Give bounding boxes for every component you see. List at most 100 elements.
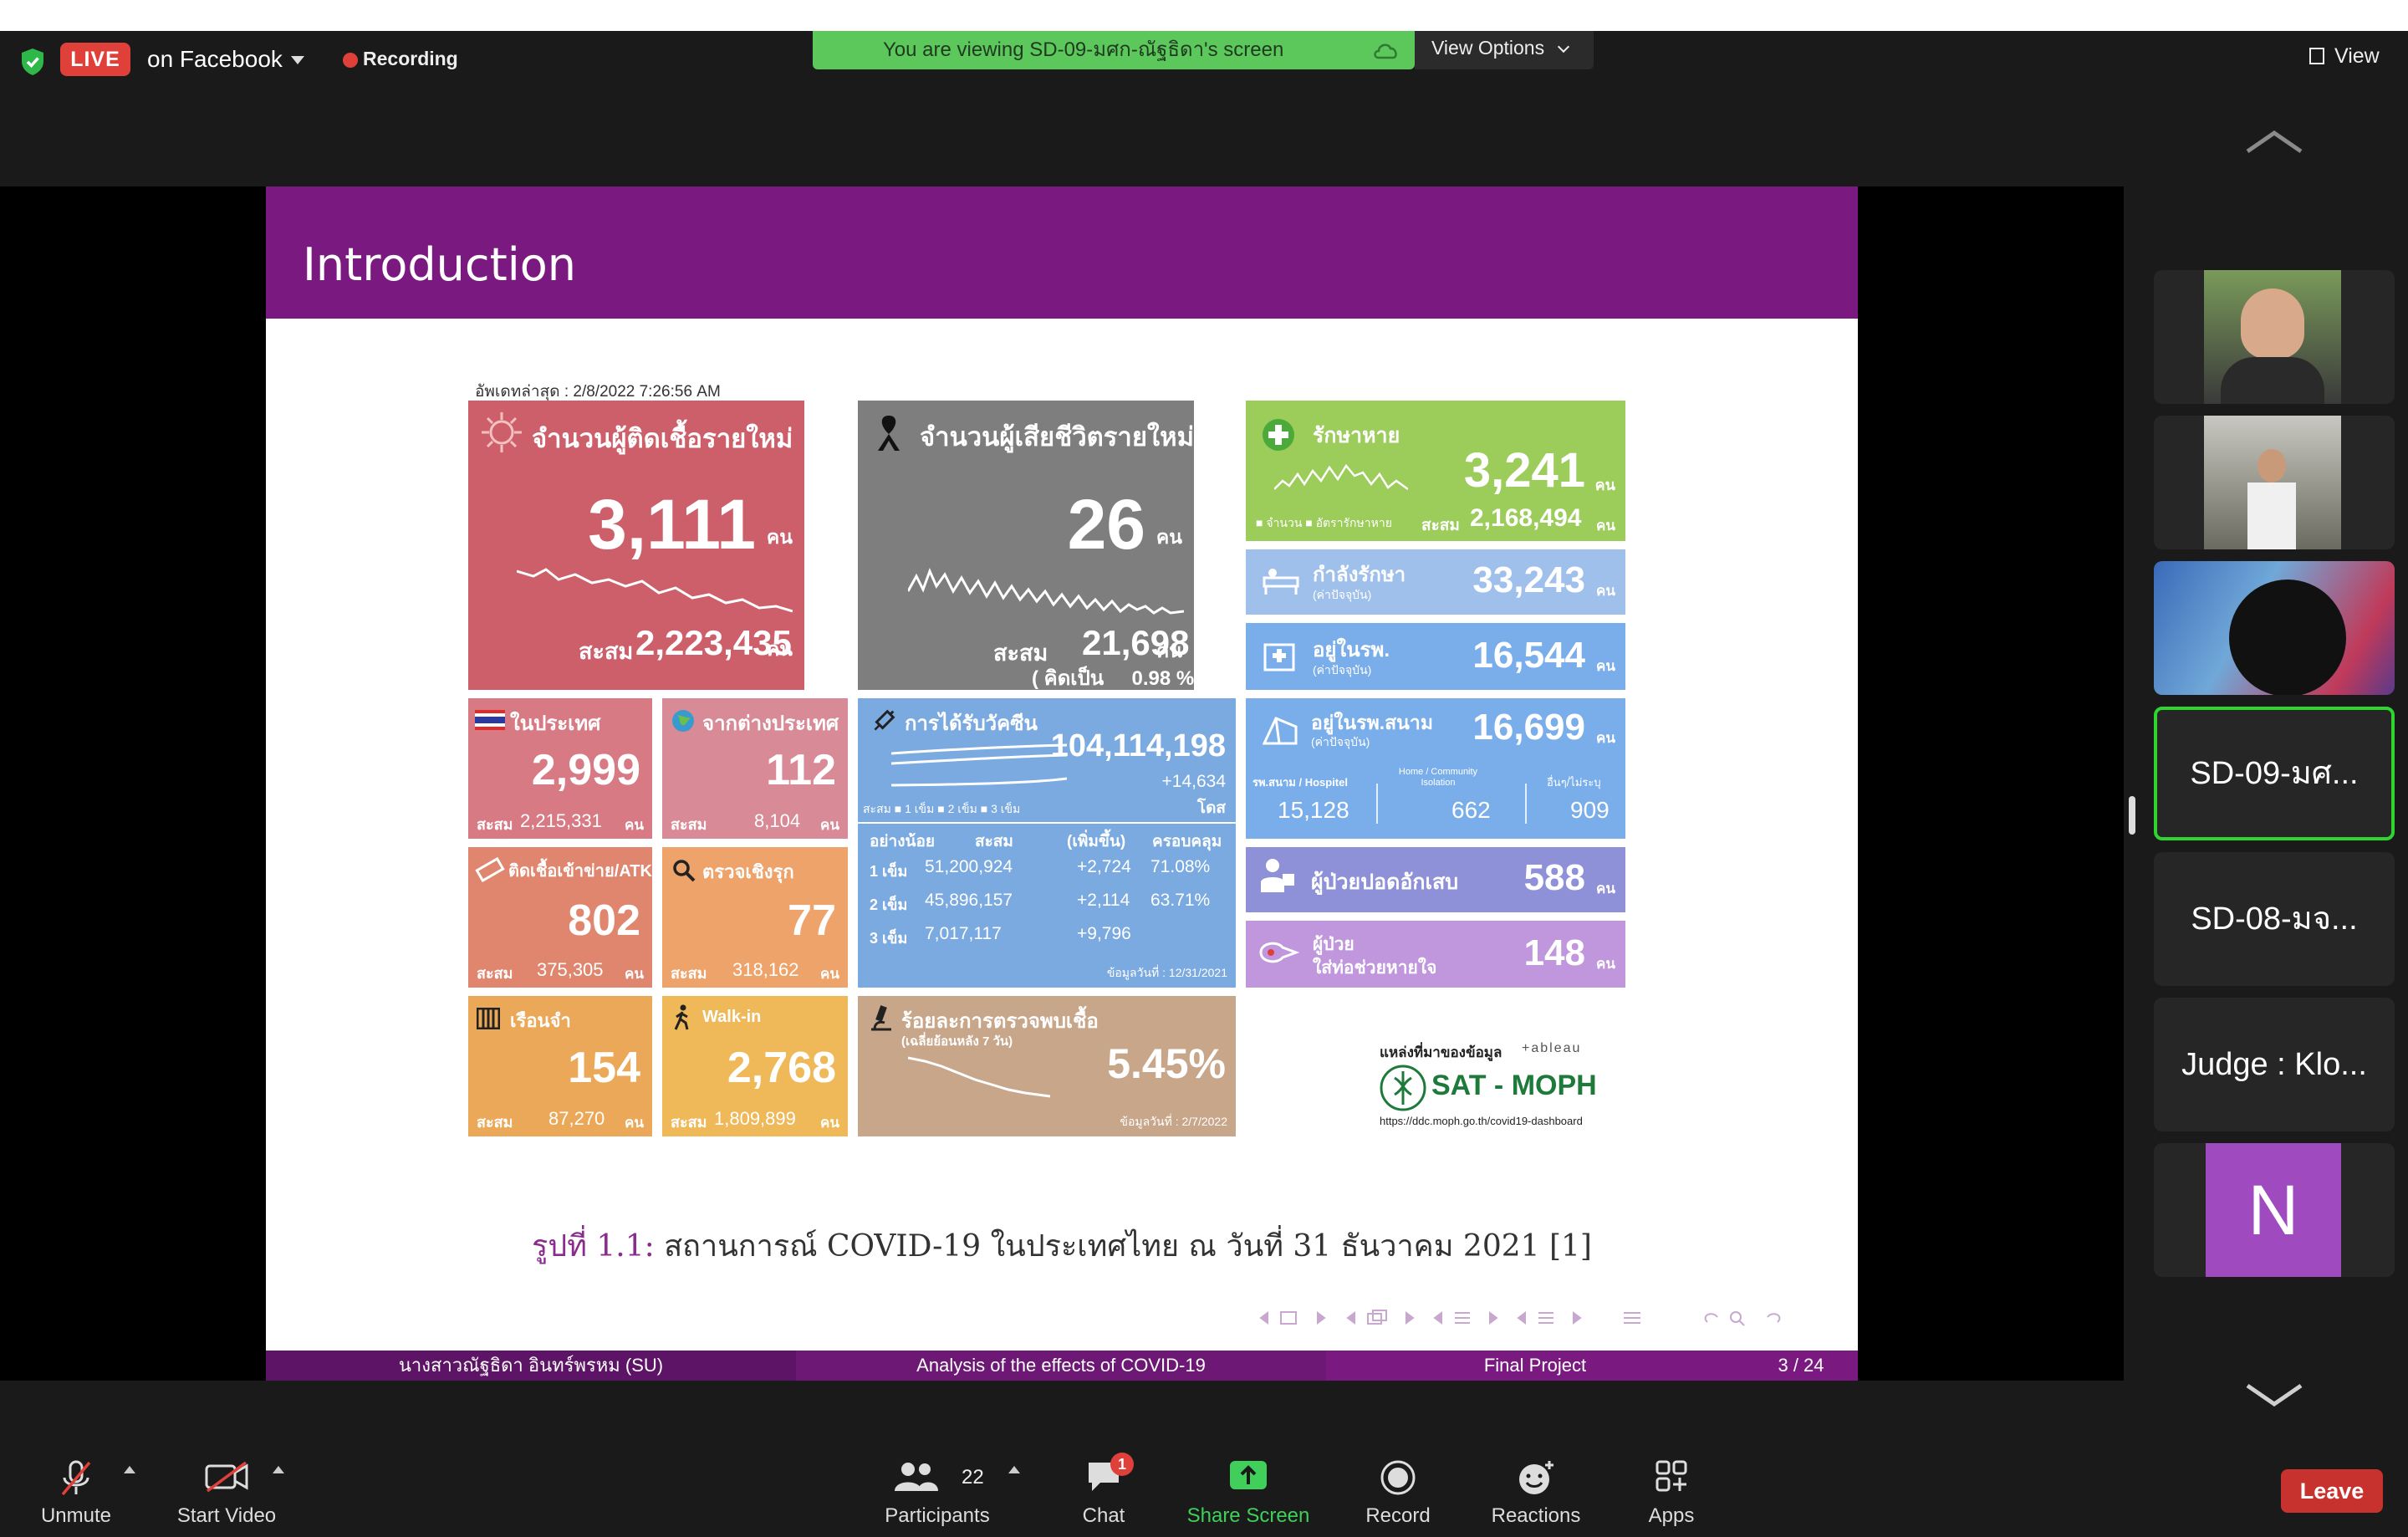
field-hospital-sub: (ค่าปัจจุบัน) (1311, 735, 1370, 748)
new-cases-sparkline (517, 568, 793, 613)
new-deaths-value: 26 (1067, 485, 1145, 564)
chat-label: Chat (1082, 1504, 1125, 1527)
thai-flag-icon (475, 710, 505, 730)
walkin-unit: คน (820, 1115, 839, 1131)
vaccine-legend: สะสม ■ 1 เข็ม ■ 2 เข็ม ■ 3 เข็ม (863, 802, 1021, 815)
vaccine-value: 104,114,198 (1050, 728, 1226, 763)
vaccine-row-increase: +9,796 (1077, 924, 1131, 943)
reactions-button[interactable]: Reactions (1480, 1448, 1592, 1537)
cloud-icon (1374, 43, 1397, 59)
treating-value: 33,243 (1472, 559, 1585, 600)
participant-tile[interactable]: Judge : Klo... (2154, 998, 2395, 1131)
beamer-navigation-icons[interactable] (1256, 1307, 1824, 1329)
pneumonia-value: 588 (1523, 857, 1585, 898)
live-dropdown-caret-icon[interactable] (291, 56, 304, 64)
window-top-strip (0, 0, 2408, 31)
security-shield-icon[interactable] (20, 48, 45, 76)
covid-dashboard-image: อัพเดทล่าสุด : 2/8/2022 7:26:56 AM จำนวน… (468, 379, 1656, 1182)
participant-name: Judge : Klo... (2181, 1047, 2367, 1082)
recovered-value: 3,241 (1463, 443, 1585, 498)
audio-options-caret-icon[interactable] (124, 1466, 135, 1473)
gallery-scroll-down-icon[interactable] (2244, 1379, 2304, 1412)
atk-unit: คน (625, 966, 644, 982)
new-deaths-tile: จำนวนผู้เสียชีวิตรายใหม่ 26 คน สะสม 21,6… (858, 401, 1194, 690)
recovered-total-label: สะสม (1421, 517, 1460, 534)
atk-tile: ติดเชื้อเข้าข่าย/ATK 802 สะสม 375,305 คน (468, 847, 652, 988)
participant-video-tile[interactable] (2154, 416, 2395, 549)
treating-tile: กำลังรักษา (ค่าปัจจุบัน) 33,243 คน (1246, 549, 1625, 615)
gallery-scroll-up-icon[interactable] (2244, 125, 2304, 158)
leave-button[interactable]: Leave (2281, 1469, 2383, 1513)
participant-tile[interactable]: N (2154, 1143, 2395, 1277)
grid-view-icon (2309, 48, 2324, 64)
view-options-button[interactable]: View Options (1415, 31, 1594, 69)
view-label: View (2334, 44, 2380, 68)
slide-title: Introduction (303, 238, 577, 291)
video-off-icon (205, 1461, 248, 1493)
tableau-logo: +ableau (1522, 1041, 1582, 1055)
proactive-value: 77 (788, 896, 836, 945)
hospital-value: 16,544 (1472, 635, 1585, 676)
globe-icon (672, 710, 694, 732)
hospital-unit: คน (1596, 658, 1615, 674)
footer-project: Final Project (1326, 1351, 1744, 1381)
live-destination[interactable]: on Facebook (147, 46, 283, 73)
participant-tile[interactable]: SD-08-มจ... (2154, 852, 2395, 986)
vaccine-row-increase: +2,724 (1077, 857, 1131, 876)
vaccine-row-coverage: 63.71% (1150, 891, 1211, 910)
moph-seal-icon (1380, 1065, 1426, 1111)
figure-caption-text: สถานการณ์ COVID-19 ในประเทศไทย ณ วันที่ … (654, 1229, 1592, 1264)
bed-icon (1263, 569, 1299, 595)
microscope-icon (871, 1005, 891, 1031)
walkin-total-label: สะสม (671, 1114, 707, 1131)
chevron-down-icon (1558, 40, 1570, 54)
recovered-unit: คน (1594, 477, 1615, 493)
vaccine-table: อย่างน้อย สะสม (เพิ่มขึ้น) ครอบคลุม 1 เข… (858, 829, 1236, 954)
recording-indicator[interactable]: Recording (363, 48, 458, 70)
share-screen-button[interactable]: Share Screen (1177, 1448, 1319, 1537)
figure-number: รูปที่ 1.1: (532, 1229, 655, 1264)
abroad-label: จากต่างประเทศ (702, 712, 839, 735)
walkin-tile: Walk-in 2,768 สะสม 1,809,899 คน (662, 996, 848, 1136)
vaccine-table-header: อย่างน้อย สะสม (เพิ่มขึ้น) ครอบคลุม (858, 829, 1236, 854)
patient-icon (1261, 859, 1294, 892)
apps-grid-icon (1656, 1460, 1687, 1492)
apps-button[interactable]: Apps (1627, 1448, 1716, 1537)
positivity-sub: (เฉลี่ยย้อนหลัง 7 วัน) (901, 1034, 1013, 1049)
reactions-label: Reactions (1491, 1504, 1581, 1527)
video-options-caret-icon[interactable] (273, 1466, 284, 1473)
participants-button[interactable]: 22 Participants (871, 1448, 1003, 1537)
vaccine-tile: การได้รับวัคซีน 104,114,198 +14,634 โดส … (858, 698, 1236, 988)
smiley-plus-icon (1519, 1461, 1553, 1494)
abroad-tile: จากต่างประเทศ 112 สะสม 8,104 คน (662, 698, 848, 839)
participant-video-tile[interactable] (2154, 561, 2395, 695)
vaccine-row-total: 51,200,924 (925, 857, 1013, 876)
footer-page: 3 / 24 (1744, 1351, 1858, 1381)
participant-tile-active-speaker[interactable]: SD-09-มศ... (2154, 707, 2395, 840)
recovered-total: 2,168,494 (1470, 504, 1582, 532)
domestic-total: 2,215,331 (520, 810, 602, 831)
hospital-tile: อยู่ในรพ. (ค่าปัจจุบัน) 16,544 คน (1246, 623, 1625, 690)
start-video-button[interactable]: Start Video (164, 1448, 289, 1537)
share-screen-label: Share Screen (1186, 1504, 1310, 1527)
chat-button[interactable]: 1 Chat (1062, 1448, 1145, 1537)
footer-author: นางสาวณัฐธิดา อินทร์พรหม (SU) (266, 1351, 796, 1381)
field-hospital-sep (1376, 784, 1378, 824)
atk-total: 375,305 (537, 959, 604, 980)
participant-video-tile[interactable] (2154, 270, 2395, 404)
slide-header: Introduction (266, 186, 1858, 319)
abroad-total-label: สะสม (671, 816, 707, 833)
walkin-label: Walk-in (702, 1008, 762, 1026)
live-badge[interactable]: LIVE (60, 43, 130, 76)
participants-options-caret-icon[interactable] (1008, 1466, 1020, 1473)
view-layout-button[interactable]: View (2309, 44, 2380, 69)
participant-name: SD-08-มจ... (2191, 901, 2358, 937)
panel-resize-handle[interactable] (2129, 796, 2135, 835)
unmute-button[interactable]: Unmute (23, 1448, 129, 1537)
participants-label: Participants (885, 1504, 990, 1527)
domestic-total-label: สะสม (477, 816, 513, 833)
record-button[interactable]: Record (1349, 1448, 1446, 1537)
ribbon-icon (878, 416, 900, 451)
field-hospital-val-isolation: 662 (1451, 797, 1491, 823)
virus-icon (482, 412, 522, 452)
